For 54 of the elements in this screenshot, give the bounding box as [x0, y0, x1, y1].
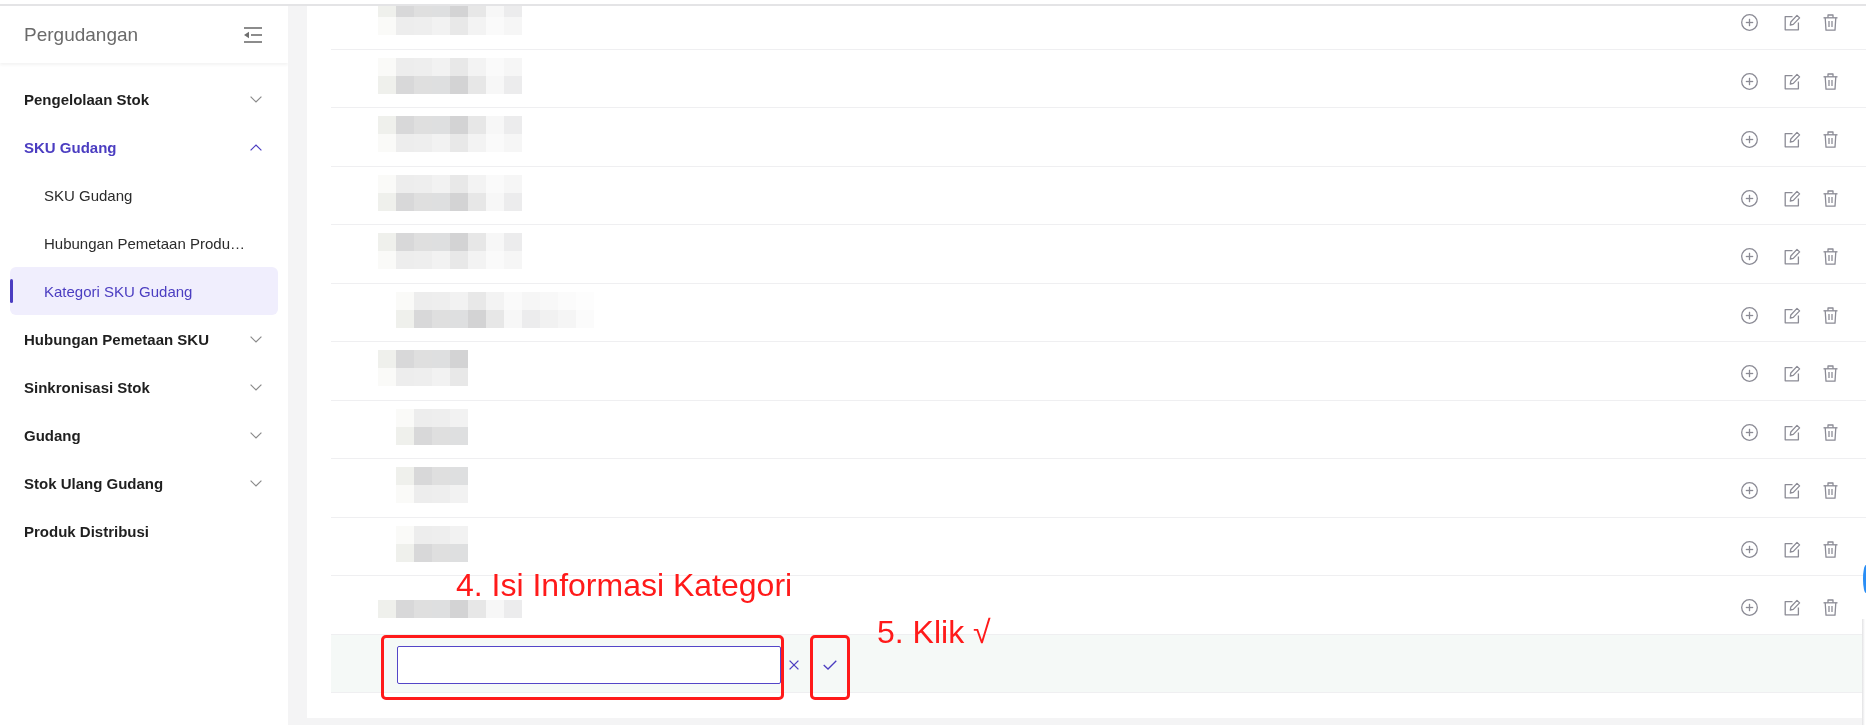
pencil-square-icon[interactable]	[1784, 131, 1801, 149]
submenu-item[interactable]: SKU Gudang	[10, 171, 278, 219]
plus-circle-icon[interactable]	[1741, 423, 1758, 441]
blurred-text	[396, 467, 468, 504]
pencil-square-icon[interactable]	[1784, 306, 1801, 324]
blurred-text	[396, 408, 468, 445]
menu-group[interactable]: SKU Gudang	[10, 123, 278, 171]
menu-collapse-icon[interactable]	[244, 26, 262, 43]
trash-icon[interactable]	[1823, 599, 1838, 617]
pencil-square-icon[interactable]	[1784, 14, 1801, 32]
trash-icon[interactable]	[1823, 365, 1838, 383]
trash-icon[interactable]	[1823, 482, 1838, 500]
trash-icon[interactable]	[1823, 306, 1838, 324]
trash-icon[interactable]	[1823, 540, 1838, 558]
floating-button[interactable]	[1863, 565, 1866, 593]
pencil-square-icon[interactable]	[1784, 423, 1801, 441]
plus-circle-icon[interactable]	[1741, 365, 1758, 383]
trash-icon[interactable]	[1823, 131, 1838, 149]
plus-circle-icon[interactable]	[1741, 14, 1758, 32]
pencil-square-icon[interactable]	[1784, 599, 1801, 617]
close-icon[interactable]	[789, 659, 799, 670]
plus-circle-icon[interactable]	[1741, 72, 1758, 90]
pencil-square-icon[interactable]	[1784, 189, 1801, 207]
sidebar-title: Pergudangan	[24, 23, 139, 46]
menu-group[interactable]: Sinkronisasi Stok	[10, 363, 278, 411]
trash-icon[interactable]	[1823, 189, 1838, 207]
plus-circle-icon[interactable]	[1741, 482, 1758, 500]
menu-group[interactable]: Hubungan Pemetaan SKU	[10, 315, 278, 363]
callout-text: 4. Isi Informasi Kategori	[456, 568, 793, 601]
submenu-item[interactable]: Hubungan Pemetaan Produ…	[10, 219, 278, 267]
category-input[interactable]	[397, 645, 781, 684]
plus-circle-icon[interactable]	[1741, 131, 1758, 149]
check-icon[interactable]	[823, 659, 837, 670]
plus-circle-icon[interactable]	[1741, 189, 1758, 207]
pencil-square-icon[interactable]	[1784, 72, 1801, 90]
trash-icon[interactable]	[1823, 248, 1838, 266]
trash-icon[interactable]	[1823, 72, 1838, 90]
pencil-square-icon[interactable]	[1784, 540, 1801, 558]
pencil-square-icon[interactable]	[1784, 248, 1801, 266]
plus-circle-icon[interactable]	[1741, 306, 1758, 324]
pencil-square-icon[interactable]	[1784, 365, 1801, 383]
trash-icon[interactable]	[1823, 423, 1838, 441]
menu-group[interactable]: Gudang	[10, 411, 278, 459]
pencil-square-icon[interactable]	[1784, 482, 1801, 500]
menu-group[interactable]: Pengelolaan Stok	[10, 75, 278, 123]
menu-group[interactable]: Stok Ulang Gudang	[10, 459, 278, 507]
trash-icon[interactable]	[1823, 14, 1838, 32]
callout-text: 5. Klik √	[877, 615, 991, 648]
submenu-item[interactable]: Kategori SKU Gudang	[10, 267, 278, 315]
plus-circle-icon[interactable]	[1741, 599, 1758, 617]
blurred-text	[396, 525, 468, 562]
plus-circle-icon[interactable]	[1741, 248, 1758, 266]
plus-circle-icon[interactable]	[1741, 540, 1758, 558]
menu-item[interactable]: Produk Distribusi	[10, 507, 278, 555]
